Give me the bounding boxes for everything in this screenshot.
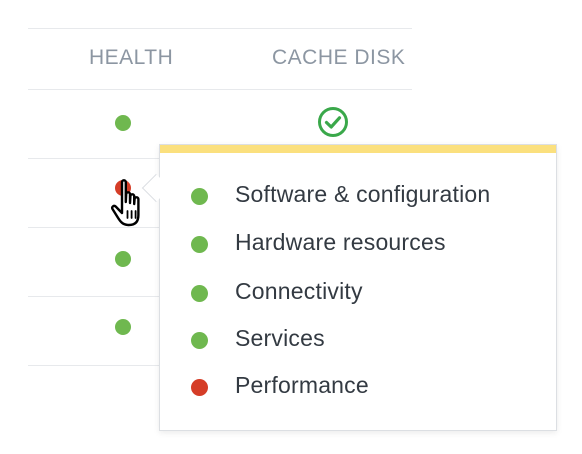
column-header-health[interactable]: HEALTH: [89, 46, 173, 70]
status-dot-icon: [191, 188, 208, 205]
health-detail-label: Performance: [235, 372, 369, 398]
health-detail-label: Software & configuration: [235, 181, 491, 207]
health-detail-item: Services: [188, 325, 538, 355]
health-detail-label: Connectivity: [235, 278, 363, 304]
status-dot-icon: [191, 285, 208, 302]
popover-accent-bar: [160, 145, 556, 153]
table-header: HEALTH CACHE DISK: [28, 28, 412, 90]
check-circle-icon: [318, 107, 348, 137]
column-header-cache-disk[interactable]: CACHE DISK: [272, 46, 405, 70]
hand-pointer-icon: [110, 179, 140, 227]
status-dot-icon: [191, 236, 208, 253]
health-detail-item: Software & configuration: [188, 181, 538, 211]
health-detail-label: Services: [235, 325, 325, 351]
status-dot-icon: [191, 379, 208, 396]
health-detail-item: Hardware resources: [188, 229, 538, 259]
health-detail-label: Hardware resources: [235, 229, 446, 255]
health-detail-item: Performance: [188, 372, 538, 402]
status-dot-icon: [191, 332, 208, 349]
health-status-dot-icon[interactable]: [115, 251, 131, 267]
health-status-dot-icon[interactable]: [115, 115, 131, 131]
health-status-dot-icon[interactable]: [115, 319, 131, 335]
health-detail-item: Connectivity: [188, 278, 538, 308]
health-details-popover: Software & configuration Hardware resour…: [159, 144, 557, 431]
